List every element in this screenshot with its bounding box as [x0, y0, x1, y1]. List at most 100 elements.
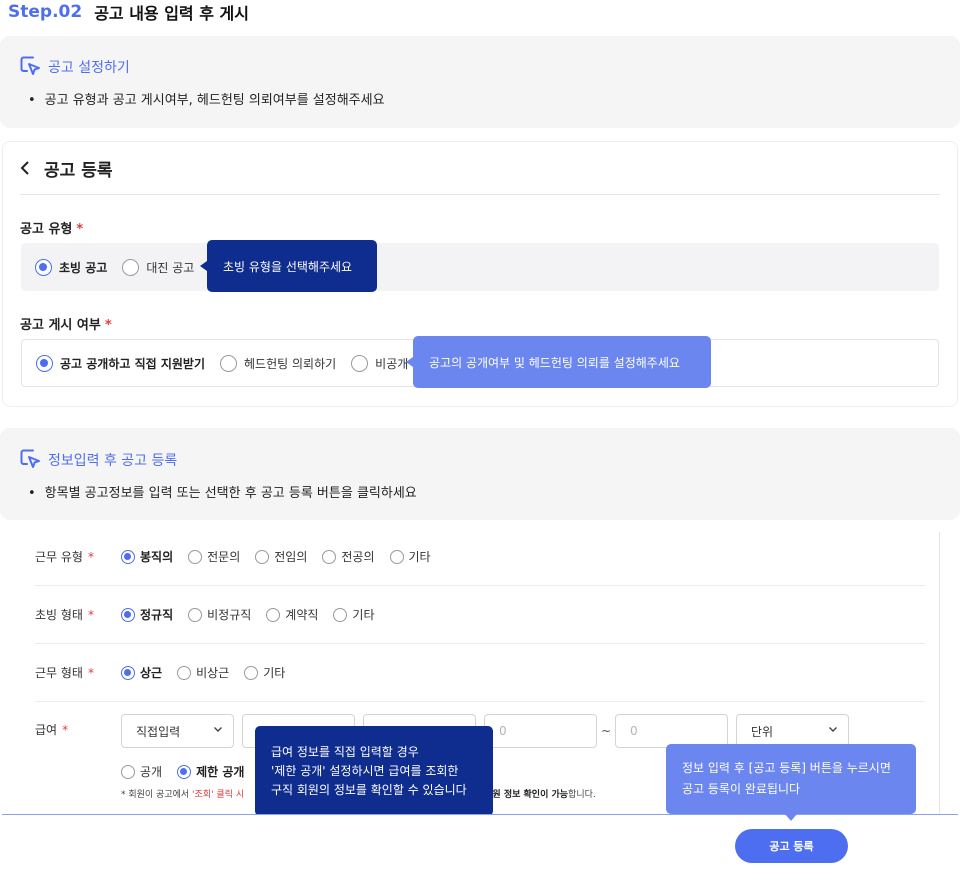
radio-label: 기타	[263, 666, 286, 680]
radio-empty-icon	[266, 607, 281, 622]
radio-option[interactable]: 기타	[389, 548, 431, 565]
tooltip-line: 급여 정보를 직접 입력할 경우	[271, 744, 419, 759]
salary-visibility-group: 공개 제한 공개	[121, 763, 259, 780]
radio-empty-icon	[188, 607, 203, 622]
tooltip-job-type: 초빙 유형을 선택해주세요	[207, 240, 377, 292]
field-label: 근무 형태 *	[35, 664, 94, 681]
radio-group: 정규직 비정규직 계약직 기타	[121, 606, 390, 623]
required-mark: *	[87, 550, 94, 564]
click-pointer-icon	[20, 56, 40, 75]
chevron-down-icon	[213, 724, 223, 737]
guide-title: 공고 설정하기	[20, 56, 130, 77]
field-label-text: 근무 유형	[35, 550, 83, 564]
chevron-left-icon[interactable]	[20, 160, 30, 182]
radio-label: 계약직	[285, 608, 319, 622]
required-mark: *	[87, 608, 94, 622]
radio-empty-icon	[122, 258, 140, 276]
input-placeholder: 0	[499, 724, 507, 738]
guide-title: 정보입력 후 공고 등록	[20, 449, 177, 470]
radio-publish-private[interactable]: 비공개	[351, 354, 408, 372]
radio-option[interactable]: 비상근	[177, 664, 229, 681]
radio-option[interactable]: 기타	[244, 664, 285, 681]
tooltip-pointer	[785, 814, 797, 821]
radio-label: 기타	[408, 550, 431, 564]
radio-label: 공고 공개하고 직접 지원받기	[60, 356, 206, 371]
radio-empty-icon	[255, 549, 270, 564]
guide-box-settings: 공고 설정하기 공고 유형과 공고 게시여부, 헤드헌팅 의뢰여부를 설정해주세…	[0, 36, 960, 128]
tooltip-line: 정보 입력 후 [공고 등록] 버튼을 누르시면	[682, 761, 891, 775]
field-label-text: 초빙 형태	[35, 608, 83, 622]
guide-title-text: 공고 설정하기	[48, 59, 130, 76]
publish-label: 공고 게시 여부 *	[20, 314, 112, 333]
job-type-options: 초빙 공고 대진 공고	[21, 243, 939, 291]
radio-job-type-substitute[interactable]: 대진 공고	[122, 258, 195, 276]
form-row-hire-type: 초빙 형태 * 정규직 비정규직 계약직 기타	[35, 586, 925, 644]
radio-option[interactable]: 전문의	[188, 548, 240, 565]
radio-option[interactable]: 기타	[333, 606, 375, 623]
radio-option[interactable]: 계약직	[266, 606, 318, 623]
radio-option[interactable]: 정규직	[121, 606, 173, 623]
radio-label: 초빙 공고	[59, 260, 108, 275]
field-label: 초빙 형태 *	[35, 606, 94, 623]
salary-min-input[interactable]: 0	[484, 714, 597, 748]
field-label-text: 급여	[35, 723, 58, 737]
guide-desc: 항목별 공고정보를 입력 또는 선택한 후 공고 등록 버튼을 클릭하세요	[28, 482, 417, 501]
guide-box-input: 정보입력 후 공고 등록 항목별 공고정보를 입력 또는 선택한 후 공고 등록…	[0, 428, 960, 520]
tooltip-pointer	[406, 357, 413, 367]
tooltip-line: 구직 회원의 정보를 확인할 수 있습니다	[271, 782, 467, 797]
radio-option[interactable]: 전임의	[255, 548, 307, 565]
radio-label: 전문의	[207, 550, 241, 564]
job-type-label: 공고 유형 *	[20, 218, 83, 237]
publish-label-text: 공고 게시 여부	[20, 318, 101, 333]
required-mark: *	[62, 723, 69, 737]
radio-publish-direct[interactable]: 공고 공개하고 직접 지원받기	[36, 354, 206, 372]
radio-label: 정규직	[140, 608, 174, 622]
form-row-work-type: 근무 유형 * 봉직의 전문의 전임의 전공의 기타	[35, 532, 925, 586]
tooltip-line: '제한 공개' 설정하시면 급여를 조회한	[271, 763, 459, 778]
input-placeholder: 0	[630, 724, 638, 738]
radio-label: 전공의	[341, 550, 375, 564]
radio-group: 상근 비상근 기타	[121, 664, 300, 681]
radio-salary-public[interactable]: 공개	[121, 763, 162, 780]
note-text: * 회원이 공고에서	[121, 790, 193, 800]
radio-label: 봉직의	[140, 550, 174, 564]
radio-selected-icon	[121, 665, 135, 680]
radio-label: 상근	[140, 666, 163, 680]
radio-empty-icon	[121, 764, 135, 779]
radio-label: 대진 공고	[146, 260, 195, 275]
radio-salary-limited[interactable]: 제한 공개	[177, 763, 244, 780]
select-value: 직접입력	[136, 724, 181, 739]
radio-option[interactable]: 전공의	[322, 548, 375, 565]
radio-selected-icon	[36, 354, 53, 372]
tooltip-line: 공고 등록이 완료됩니다	[682, 782, 801, 796]
radio-option[interactable]: 비정규직	[188, 606, 251, 623]
note-suffix: 합니다.	[568, 790, 596, 800]
radio-option[interactable]: 봉직의	[121, 548, 173, 565]
click-pointer-icon	[20, 449, 40, 468]
guide-title-text: 정보입력 후 공고 등록	[48, 452, 178, 469]
radio-publish-headhunting[interactable]: 헤드헌팅 의뢰하기	[220, 354, 336, 372]
tooltip-pointer	[200, 261, 207, 271]
radio-label: 공개	[140, 765, 163, 779]
radio-selected-icon	[177, 764, 192, 779]
range-separator: ~	[601, 724, 612, 738]
step-header: Step.02 공고 내용 입력 후 게시	[0, 0, 249, 24]
radio-selected-icon	[121, 607, 135, 622]
radio-label: 비상근	[196, 666, 230, 680]
radio-empty-icon	[177, 665, 192, 680]
required-mark: *	[104, 318, 112, 333]
register-title: 공고 등록	[44, 161, 113, 181]
required-mark: *	[76, 222, 84, 237]
salary-unit-select[interactable]: 단위	[736, 714, 849, 748]
salary-max-input[interactable]: 0	[615, 714, 728, 748]
radio-empty-icon	[188, 549, 203, 564]
radio-group: 봉직의 전문의 전임의 전공의 기타	[121, 548, 446, 565]
radio-job-type-invite[interactable]: 초빙 공고	[35, 258, 108, 276]
tooltip-salary: 급여 정보를 직접 입력할 경우 '제한 공개' 설정하시면 급여를 조회한 구…	[255, 726, 493, 816]
radio-empty-icon	[322, 549, 337, 564]
form-row-work-form: 근무 형태 * 상근 비상근 기타	[35, 644, 925, 702]
radio-empty-icon	[220, 354, 238, 372]
salary-input-type-select[interactable]: 직접입력	[121, 714, 234, 748]
radio-option[interactable]: 상근	[121, 664, 162, 681]
submit-job-post-button[interactable]: 공고 등록	[735, 829, 848, 863]
